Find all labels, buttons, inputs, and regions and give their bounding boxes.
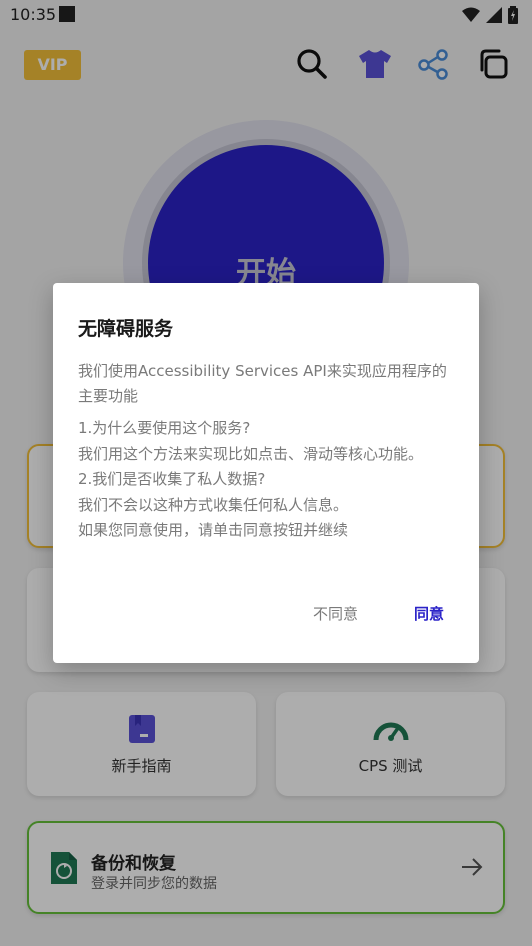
accessibility-dialog: 无障碍服务 我们使用Accessibility Services API来实现应…: [53, 283, 479, 663]
disagree-button[interactable]: 不同意: [313, 603, 358, 624]
dialog-line: 如果您同意使用，请单击同意按钮并继续: [78, 521, 349, 539]
dialog-line: 我们用这个方法来实现比如点击、滑动等核心功能。: [78, 444, 424, 463]
dialog-line: 2.我们是否收集了私人数据?: [78, 470, 266, 488]
dialog-intro: 我们使用Accessibility Services API来实现应用程序的主要…: [78, 362, 447, 405]
dialog-line: 我们不会以这种方式收集任何私人信息。: [78, 495, 349, 514]
agree-button[interactable]: 同意: [414, 603, 444, 624]
dialog-line: 1.为什么要使用这个服务?: [78, 419, 251, 437]
dialog-body: 1.为什么要使用这个服务? 我们用这个方法来实现比如点击、滑动等核心功能。 2.…: [78, 416, 458, 544]
dialog-title: 无障碍服务: [78, 318, 174, 340]
